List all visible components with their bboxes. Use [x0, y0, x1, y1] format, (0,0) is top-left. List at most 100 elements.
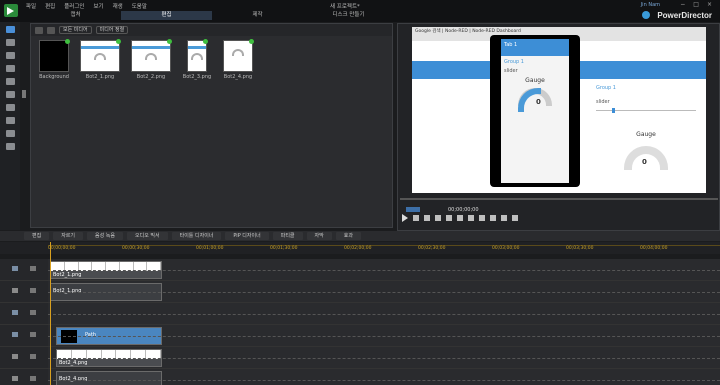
media-item[interactable]: Bot2_1.png	[80, 39, 121, 80]
volume-icon[interactable]	[457, 215, 463, 221]
undock-icon[interactable]	[479, 215, 485, 221]
transition-room-icon[interactable]	[6, 91, 15, 98]
phone-group-label: Group 1	[504, 59, 524, 65]
timeline-playhead[interactable]	[50, 242, 51, 385]
user-account[interactable]: Jin Nam	[641, 2, 660, 8]
timeline-toolbar: 편집 자르기 음성 녹음 오디오 믹서 타이틀 디자이너 PiP 디자이너 파티…	[0, 231, 720, 241]
menu-play[interactable]: 재생	[113, 2, 123, 10]
zoom-icon[interactable]	[512, 215, 518, 221]
previous-frame-icon[interactable]	[424, 215, 430, 221]
tab-capture[interactable]: 캡처	[30, 11, 121, 20]
media-filter-dropdown[interactable]: 모든 미디어	[59, 26, 92, 34]
maximize-button[interactable]: □	[693, 1, 699, 8]
chapter-room-icon[interactable]	[6, 130, 15, 137]
subtitle-button[interactable]: 자막	[306, 232, 332, 240]
particle-button[interactable]: 파티클	[272, 232, 303, 240]
preview-quality-icon[interactable]	[490, 215, 496, 221]
lock-icon[interactable]	[30, 288, 36, 293]
next-frame-icon[interactable]	[435, 215, 441, 221]
track-lane[interactable]: Bot2_4.png	[48, 369, 720, 385]
lock-icon[interactable]	[30, 354, 36, 359]
audio-mixing-room-icon[interactable]	[6, 104, 15, 111]
menu-help[interactable]: 도움말	[132, 2, 147, 10]
title-designer-button[interactable]: 타이틀 디자이너	[171, 232, 222, 240]
menu-plugins[interactable]: 플러그인	[64, 2, 84, 10]
ruler-label: 00;04;00;00	[640, 246, 668, 251]
media-sort-dropdown[interactable]: 미디어 정렬	[95, 26, 129, 34]
title-room-icon[interactable]	[6, 78, 15, 85]
browser-tab: Node-RED	[444, 29, 468, 34]
main-tabs: 캡처 편집 제작 디스크 만들기	[30, 11, 394, 20]
track-lane[interactable]: Bot2_1.png	[48, 259, 720, 281]
folder-icon[interactable]	[47, 26, 55, 34]
tab-edit[interactable]: 편집	[121, 11, 212, 20]
tab-produce[interactable]: 제작	[212, 11, 303, 20]
effect-room-icon[interactable]	[6, 39, 15, 46]
media-name: Bot2_2.png	[136, 74, 166, 80]
preview-canvas[interactable]: Google 검색 | Node-RED | Node-RED Dashboar…	[412, 27, 706, 193]
edit-button[interactable]: 편집	[24, 232, 50, 240]
path-clip[interactable]: Path	[56, 327, 162, 345]
checkmark-icon	[249, 39, 254, 44]
menu-edit[interactable]: 편집	[45, 2, 55, 10]
video-track-icon	[12, 266, 18, 271]
media-thumbnail	[39, 39, 70, 72]
media-item[interactable]: Background	[39, 39, 70, 80]
menu-view[interactable]: 보기	[94, 2, 104, 10]
lock-icon[interactable]	[30, 376, 36, 381]
track-lane[interactable]: Path	[48, 325, 720, 347]
media-grid: Background Bot2_1.png Bot2_2.png Bot2_3.…	[31, 36, 392, 84]
media-item[interactable]: Bot2_3.png	[182, 39, 212, 80]
pip-room-icon[interactable]	[6, 52, 15, 59]
play-icon[interactable]	[402, 214, 408, 222]
import-media-icon[interactable]	[35, 26, 43, 34]
track-lane[interactable]: Bot2_4.png	[48, 347, 720, 369]
particle-room-icon[interactable]	[6, 65, 15, 72]
ruler-label: 00;03;30;00	[566, 246, 594, 251]
timeline-clip[interactable]: Bot2_1.png	[50, 261, 162, 279]
menu-file[interactable]: 파일	[26, 2, 36, 10]
lock-icon[interactable]	[30, 310, 36, 315]
track-lane[interactable]: Bot2_1.png	[48, 281, 720, 303]
trim-button[interactable]: 자르기	[53, 232, 84, 240]
3d-mode-icon[interactable]	[501, 215, 507, 221]
path-track: Path	[0, 325, 720, 347]
phone-header: Tab 1	[501, 39, 569, 56]
tab-create-disc[interactable]: 디스크 만들기	[303, 11, 394, 20]
lock-icon[interactable]	[30, 332, 36, 337]
media-item[interactable]: Bot2_2.png	[131, 39, 172, 80]
ruler-label: 00;03;00;00	[492, 246, 520, 251]
effects-button[interactable]: 효과	[335, 232, 361, 240]
pip-designer-button[interactable]: PiP 디자이너	[225, 232, 269, 240]
ruler-label: 00;01;00;00	[196, 246, 224, 251]
preview-scrubber[interactable]	[400, 198, 718, 200]
track-lane[interactable]	[48, 303, 720, 325]
phone-frame: Tab 1 Group 1 slider Gauge 0	[490, 35, 580, 187]
media-name: Bot2_4.png	[223, 74, 253, 80]
phone-gauge-title: Gauge	[525, 77, 545, 84]
dashboard-gauge-title: Gauge	[636, 131, 656, 138]
voice-over-button[interactable]: 음성 녹음	[87, 232, 124, 240]
browser-tab: Node-RED Dashboard	[472, 29, 521, 34]
close-button[interactable]: ×	[707, 1, 712, 8]
timeline-ruler[interactable]: 00;00;00;00 00;00;30;00 00;01;00;00 00;0…	[0, 242, 720, 254]
audio-clip[interactable]: Bot2_1.png	[50, 283, 162, 301]
track-header	[0, 259, 48, 281]
brand-label: PowerDirector	[657, 11, 712, 20]
menu-bar: 파일 편집 플러그인 보기 재생 도움말	[26, 2, 147, 10]
panel-collapse-handle[interactable]	[22, 90, 26, 98]
fast-forward-icon[interactable]	[446, 215, 452, 221]
voice-over-room-icon[interactable]	[6, 117, 15, 124]
stop-icon[interactable]	[413, 215, 419, 221]
timeline-clip[interactable]: Bot2_4.png	[56, 349, 162, 367]
snapshot-icon[interactable]	[468, 215, 474, 221]
media-room-icon[interactable]	[6, 26, 15, 33]
minimize-button[interactable]: −	[680, 1, 685, 8]
clip-mode-toggle[interactable]	[406, 207, 420, 212]
audio-mixer-button[interactable]: 오디오 믹서	[127, 232, 168, 240]
phone-gauge-value: 0	[536, 98, 541, 106]
subtitle-room-icon[interactable]	[6, 143, 15, 150]
audio-clip[interactable]: Bot2_4.png	[56, 371, 162, 385]
lock-icon[interactable]	[30, 266, 36, 271]
media-item[interactable]: Bot2_4.png	[223, 39, 254, 80]
